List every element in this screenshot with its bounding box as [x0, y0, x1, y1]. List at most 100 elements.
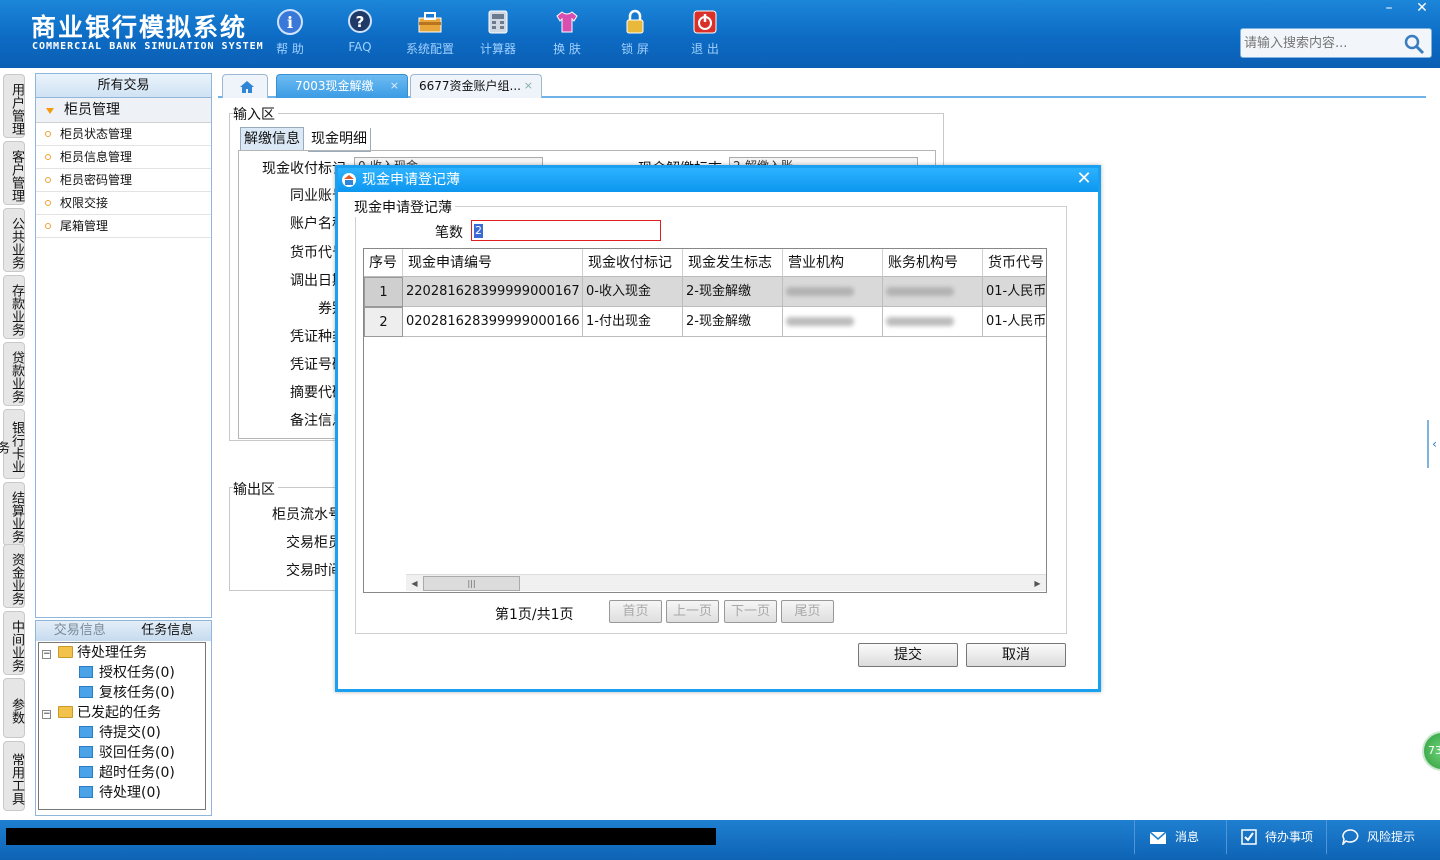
tab-task-info[interactable]: 任务信息	[124, 621, 212, 641]
lock-icon	[626, 9, 644, 34]
vnav-public-business[interactable]: 公共业务	[3, 208, 25, 272]
menu-item-teller-password[interactable]: 柜员密码管理	[36, 169, 211, 192]
cell-occur-flag: 2-现金解缴	[683, 277, 783, 307]
app-window: 商业银行模拟系统 COMMERCIAL BANK SIMULATION SYST…	[0, 0, 1440, 860]
menu-item-label: 柜员密码管理	[60, 173, 133, 187]
tab-fund-account[interactable]: 6677资金账户组... ×	[410, 74, 542, 98]
tree-node-pending[interactable]: 待处理任务	[58, 643, 147, 663]
faq-button[interactable]: ? FAQ	[330, 8, 390, 54]
tree-node-initiated[interactable]: 已发起的任务	[58, 703, 161, 723]
calculator-button[interactable]: 计算器	[468, 8, 528, 57]
dialog-close-button[interactable]: ✕	[1074, 169, 1094, 189]
search-icon[interactable]	[1403, 33, 1425, 55]
col-header-no[interactable]: 序号	[364, 249, 403, 277]
vnav-bank-card[interactable]: 银行卡业务	[0, 409, 25, 479]
scroll-left-icon[interactable]: ◀	[406, 575, 423, 592]
todo-label: 待办事项	[1265, 830, 1314, 844]
menu-item-tail-box[interactable]: 尾箱管理	[36, 215, 211, 238]
tree-node-rejected[interactable]: 驳回任务(0)	[79, 743, 175, 763]
skin-label: 换 肤	[553, 42, 581, 56]
envelope-icon	[1149, 831, 1167, 844]
floating-badge[interactable]: 73	[1422, 731, 1440, 771]
menu-item-teller-status[interactable]: 柜员状态管理	[36, 123, 211, 146]
bullet-icon	[45, 154, 51, 160]
tab-close-icon[interactable]: ×	[390, 75, 399, 97]
col-header-occur-flag[interactable]: 现金发生标志	[683, 249, 783, 277]
vnav-user-mgmt[interactable]: 用户管理	[3, 74, 25, 138]
last-page-button[interactable]: 尾页	[781, 600, 834, 623]
vnav-intermediary[interactable]: 中间业务	[3, 611, 25, 675]
system-config-label: 系统配置	[405, 42, 454, 56]
vnav-loan[interactable]: 贷款业务	[3, 342, 25, 406]
cell-no: 2	[364, 307, 403, 337]
col-header-pay-flag[interactable]: 现金收付标记	[583, 249, 683, 277]
minimize-button[interactable]: –	[1376, 0, 1402, 16]
tab-cash-remit[interactable]: 7003现金解缴 ×	[276, 74, 408, 98]
collapse-icon[interactable]: −	[42, 710, 51, 719]
tree-node-auth[interactable]: 授权任务(0)	[79, 663, 175, 683]
tree-label: 待提交(0)	[99, 725, 161, 741]
window-close-button[interactable]: ✕	[1409, 0, 1435, 16]
application-grid: 序号 现金申请编号 现金收付标记 现金发生标志 营业机构 账务机构号 货币代号 …	[363, 248, 1047, 593]
bank-icon	[342, 173, 356, 187]
col-header-account-org[interactable]: 账务机构号	[883, 249, 983, 277]
vnav-tools[interactable]: 常用工具	[3, 741, 25, 811]
menu-group-label: 柜员管理	[64, 102, 120, 118]
col-header-currency[interactable]: 货币代号	[983, 249, 1046, 277]
col-header-apply-no[interactable]: 现金申请编号	[403, 249, 583, 277]
tree-label: 超时任务(0)	[99, 765, 175, 781]
messages-button[interactable]: 消息	[1134, 820, 1226, 854]
scroll-right-icon[interactable]: ▶	[1029, 575, 1046, 592]
subtab-cash-detail[interactable]: 现金明细	[308, 128, 371, 152]
bullet-icon	[45, 223, 51, 229]
vertical-nav: 用户管理 客户管理 公共业务 存款业务 贷款业务 银行卡业务 结算业务 资金业务…	[0, 68, 30, 820]
cell-currency: 01-人民币	[983, 307, 1046, 337]
help-button[interactable]: i 帮 助	[260, 8, 320, 57]
exit-button[interactable]: 退 出	[675, 8, 735, 57]
tab-transaction-info[interactable]: 交易信息	[36, 621, 124, 641]
skin-button[interactable]: 换 肤	[537, 8, 597, 57]
menu-item-permission-handover[interactable]: 权限交接	[36, 192, 211, 215]
tshirt-icon	[556, 11, 578, 33]
tree-node-timeout[interactable]: 超时任务(0)	[79, 763, 175, 783]
risk-alert-button[interactable]: 风险提示	[1326, 820, 1440, 854]
status-redacted-text	[6, 828, 716, 845]
home-icon	[240, 81, 254, 93]
cell-account-org-redacted	[883, 307, 983, 337]
prev-page-button[interactable]: 上一页	[666, 600, 719, 623]
tree-node-to-submit[interactable]: 待提交(0)	[79, 723, 161, 743]
scrollbar-thumb[interactable]: |||	[423, 576, 520, 591]
pager-status: 第1页/共1页	[495, 607, 574, 623]
search-input[interactable]	[1244, 34, 1394, 52]
submit-button[interactable]: 提交	[858, 643, 958, 667]
horizontal-scrollbar[interactable]: ◀ ||| ▶	[406, 574, 1046, 591]
vnav-customer-mgmt[interactable]: 客户管理	[3, 141, 25, 205]
menu-group-teller[interactable]: 柜员管理	[36, 98, 211, 123]
expand-triangle-icon	[46, 108, 54, 114]
cancel-button[interactable]: 取消	[966, 643, 1066, 667]
vnav-settlement[interactable]: 结算业务	[3, 482, 25, 546]
todo-button[interactable]: 待办事项	[1226, 820, 1326, 854]
menu-header[interactable]: 所有交易	[36, 74, 211, 98]
tab-close-icon[interactable]: ×	[524, 75, 533, 97]
tab-home[interactable]	[222, 74, 268, 98]
vnav-fund[interactable]: 资金业务	[3, 544, 25, 608]
svg-text:?: ?	[356, 13, 365, 31]
system-config-button[interactable]: 系统配置	[400, 8, 460, 57]
col-header-branch[interactable]: 营业机构	[783, 249, 883, 277]
collapse-panel-icon[interactable]: ‹	[1427, 420, 1440, 468]
vnav-deposit[interactable]: 存款业务	[3, 275, 25, 339]
tree-node-processing[interactable]: 待处理(0)	[79, 783, 161, 803]
subtab-remit-info[interactable]: 解缴信息	[240, 127, 304, 151]
cell-occur-flag: 2-现金解缴	[683, 307, 783, 337]
collapse-icon[interactable]: −	[42, 650, 51, 659]
next-page-button[interactable]: 下一页	[724, 600, 777, 623]
cell-apply-no: 220281628399999000167	[403, 277, 583, 307]
menu-item-teller-info[interactable]: 柜员信息管理	[36, 146, 211, 169]
lock-screen-button[interactable]: 锁 屏	[605, 8, 665, 57]
tree-node-review[interactable]: 复核任务(0)	[79, 683, 175, 703]
count-input[interactable]: 2	[471, 220, 661, 241]
task-tree: − 待处理任务 授权任务(0) 复核任务(0) − 已发起的任务 待提交(0) …	[38, 642, 206, 810]
vnav-params[interactable]: 参数	[3, 678, 25, 738]
first-page-button[interactable]: 首页	[609, 600, 662, 623]
